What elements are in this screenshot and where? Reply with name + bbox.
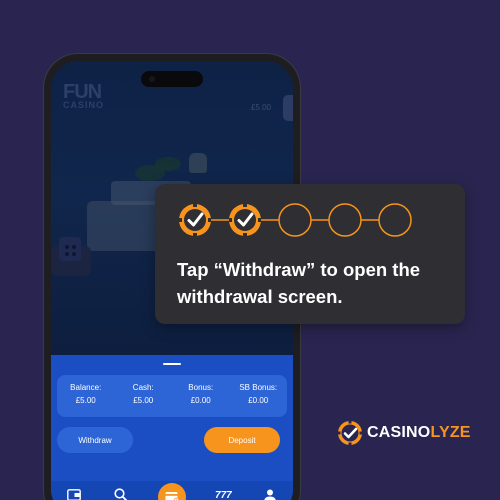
sb-bonus-item: SB Bonus: £0.00 [230, 375, 288, 417]
wallet-icon[interactable] [65, 487, 83, 500]
deposit-button[interactable]: Deposit [204, 427, 280, 453]
logo-text-casino: CASINO [63, 100, 105, 110]
phone-notch [141, 71, 203, 87]
bonus-label: Bonus: [188, 383, 214, 392]
sb-bonus-label: SB Bonus: [239, 383, 278, 392]
bonus-item: Bonus: £0.00 [172, 375, 230, 417]
777-slots-icon[interactable]: 777 [214, 487, 232, 500]
step-instruction-card: Tap “Withdraw” to open the withdrawal sc… [155, 184, 465, 324]
sheet-drag-handle[interactable] [163, 363, 181, 365]
chip-check-icon [337, 420, 363, 446]
bonus-value: £0.00 [190, 396, 211, 405]
step-completed-icon [179, 204, 211, 236]
user-icon[interactable] [261, 487, 279, 500]
brand-text-casino: CASINO [367, 424, 431, 441]
casinolyze-brand: CASINOLYZE [337, 420, 471, 446]
game-character [189, 153, 207, 173]
dice-icon [59, 237, 81, 261]
header-balance[interactable]: £5.00 [251, 103, 271, 112]
step-pending-icon [278, 203, 312, 237]
step-pending-icon [378, 203, 412, 237]
logo-text-fun: FUN [63, 81, 102, 103]
step-pending-icon [328, 203, 362, 237]
cash-value: £5.00 [133, 396, 154, 405]
cashier-icon[interactable] [157, 483, 186, 500]
cash-label: Cash: [132, 383, 154, 392]
side-menu-tab[interactable] [283, 95, 293, 121]
step-completed-icon [229, 204, 261, 236]
search-icon[interactable] [112, 487, 130, 500]
bottom-nav: 777 [51, 481, 293, 500]
sb-bonus-value: £0.00 [248, 396, 269, 405]
balances-panel: Balance: £5.00 Cash: £5.00 Bonus: £0.00 … [57, 375, 287, 417]
step-progress-indicator [179, 203, 412, 237]
withdraw-button[interactable]: Withdraw [57, 427, 133, 453]
cash-item: Cash: £5.00 [115, 375, 173, 417]
casinolyze-wordmark: CASINOLYZE [367, 424, 471, 442]
brand-text-lyze: LYZE [430, 424, 471, 441]
cashier-bottom-sheet: Balance: £5.00 Cash: £5.00 Bonus: £0.00 … [51, 355, 293, 500]
balance-label: Balance: [70, 383, 102, 392]
balance-value: £5.00 [75, 396, 96, 405]
fun-casino-logo[interactable]: FUN CASINO [63, 81, 105, 110]
step-instruction-text: Tap “Withdraw” to open the withdrawal sc… [177, 259, 421, 307]
balance-item: Balance: £5.00 [57, 375, 115, 417]
